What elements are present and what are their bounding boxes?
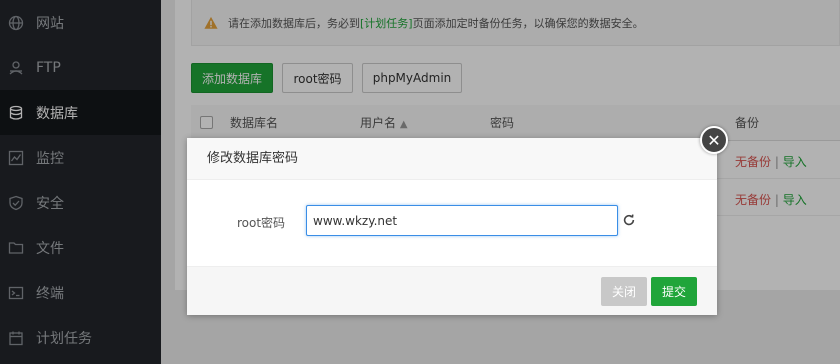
change-password-dialog: 修改数据库密码 root密码 关闭 提交: [187, 138, 717, 315]
close-icon[interactable]: ✕: [700, 126, 728, 154]
submit-button[interactable]: 提交: [651, 277, 697, 306]
close-button[interactable]: 关闭: [601, 277, 647, 306]
dialog-footer: 关闭 提交: [187, 266, 717, 315]
root-password-input[interactable]: [306, 205, 618, 236]
refresh-icon[interactable]: [622, 213, 636, 227]
root-password-label: root密码: [237, 216, 286, 230]
dialog-title: 修改数据库密码: [187, 138, 717, 180]
